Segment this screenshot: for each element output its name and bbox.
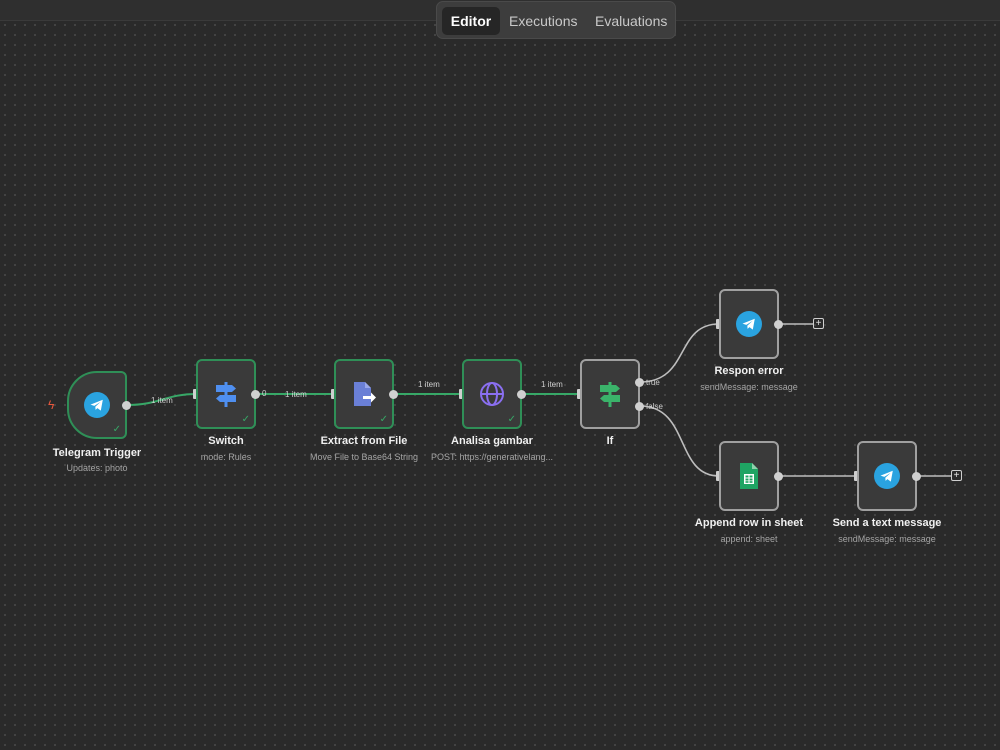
node-extract-from-file[interactable]: ✓ xyxy=(334,359,394,429)
true-output-handle[interactable] xyxy=(635,378,644,387)
node-send-a-text-message[interactable] xyxy=(857,441,917,511)
node-if[interactable] xyxy=(580,359,640,429)
node-respon-error[interactable] xyxy=(719,289,779,359)
connection-label: 1 item xyxy=(541,380,563,389)
telegram-icon xyxy=(84,392,110,418)
if-icon xyxy=(600,382,620,407)
node-telegram-trigger[interactable]: ✓ xyxy=(67,371,127,439)
success-check-icon: ✓ xyxy=(507,414,516,425)
if-true-label: true xyxy=(646,378,660,387)
node-subtitle: sendMessage: message xyxy=(700,382,798,392)
output-handle[interactable] xyxy=(774,320,783,329)
node-title: Respon error xyxy=(714,365,784,377)
success-check-icon: ✓ xyxy=(241,414,250,425)
node-subtitle: sendMessage: message xyxy=(838,534,936,544)
output-handle[interactable] xyxy=(774,472,783,481)
node-title: If xyxy=(606,435,614,447)
node-switch[interactable]: ✓ xyxy=(196,359,256,429)
node-subtitle: Updates: photo xyxy=(66,463,128,473)
switch-output-label: 0 xyxy=(262,389,267,398)
success-check-icon: ✓ xyxy=(112,424,121,435)
node-append-row-in-sheet[interactable] xyxy=(719,441,779,511)
false-output-handle[interactable] xyxy=(635,402,644,411)
if-false-label: false xyxy=(646,402,663,411)
output-handle[interactable] xyxy=(912,472,921,481)
node-subtitle: POST: https://generativelang... xyxy=(430,452,554,462)
file-export-icon xyxy=(354,382,376,406)
switch-icon xyxy=(216,382,236,407)
node-analisa-gambar[interactable]: ✓ xyxy=(462,359,522,429)
output-handle[interactable] xyxy=(517,390,526,399)
google-sheets-icon xyxy=(740,463,758,489)
trigger-bolt-icon: ϟ xyxy=(48,398,55,412)
telegram-icon xyxy=(874,463,900,489)
node-title: Send a text message xyxy=(832,517,942,529)
output-handle[interactable] xyxy=(251,390,260,399)
connection-label: 1 item xyxy=(285,390,307,399)
connection-label: 1 item xyxy=(151,396,173,405)
telegram-icon xyxy=(736,311,762,337)
globe-icon xyxy=(480,382,504,406)
output-handle[interactable] xyxy=(122,401,131,410)
output-handle[interactable] xyxy=(389,390,398,399)
add-node-button[interactable]: + xyxy=(951,470,962,481)
connection-label: 1 item xyxy=(418,380,440,389)
success-check-icon: ✓ xyxy=(379,414,388,425)
add-node-button[interactable]: + xyxy=(813,318,824,329)
